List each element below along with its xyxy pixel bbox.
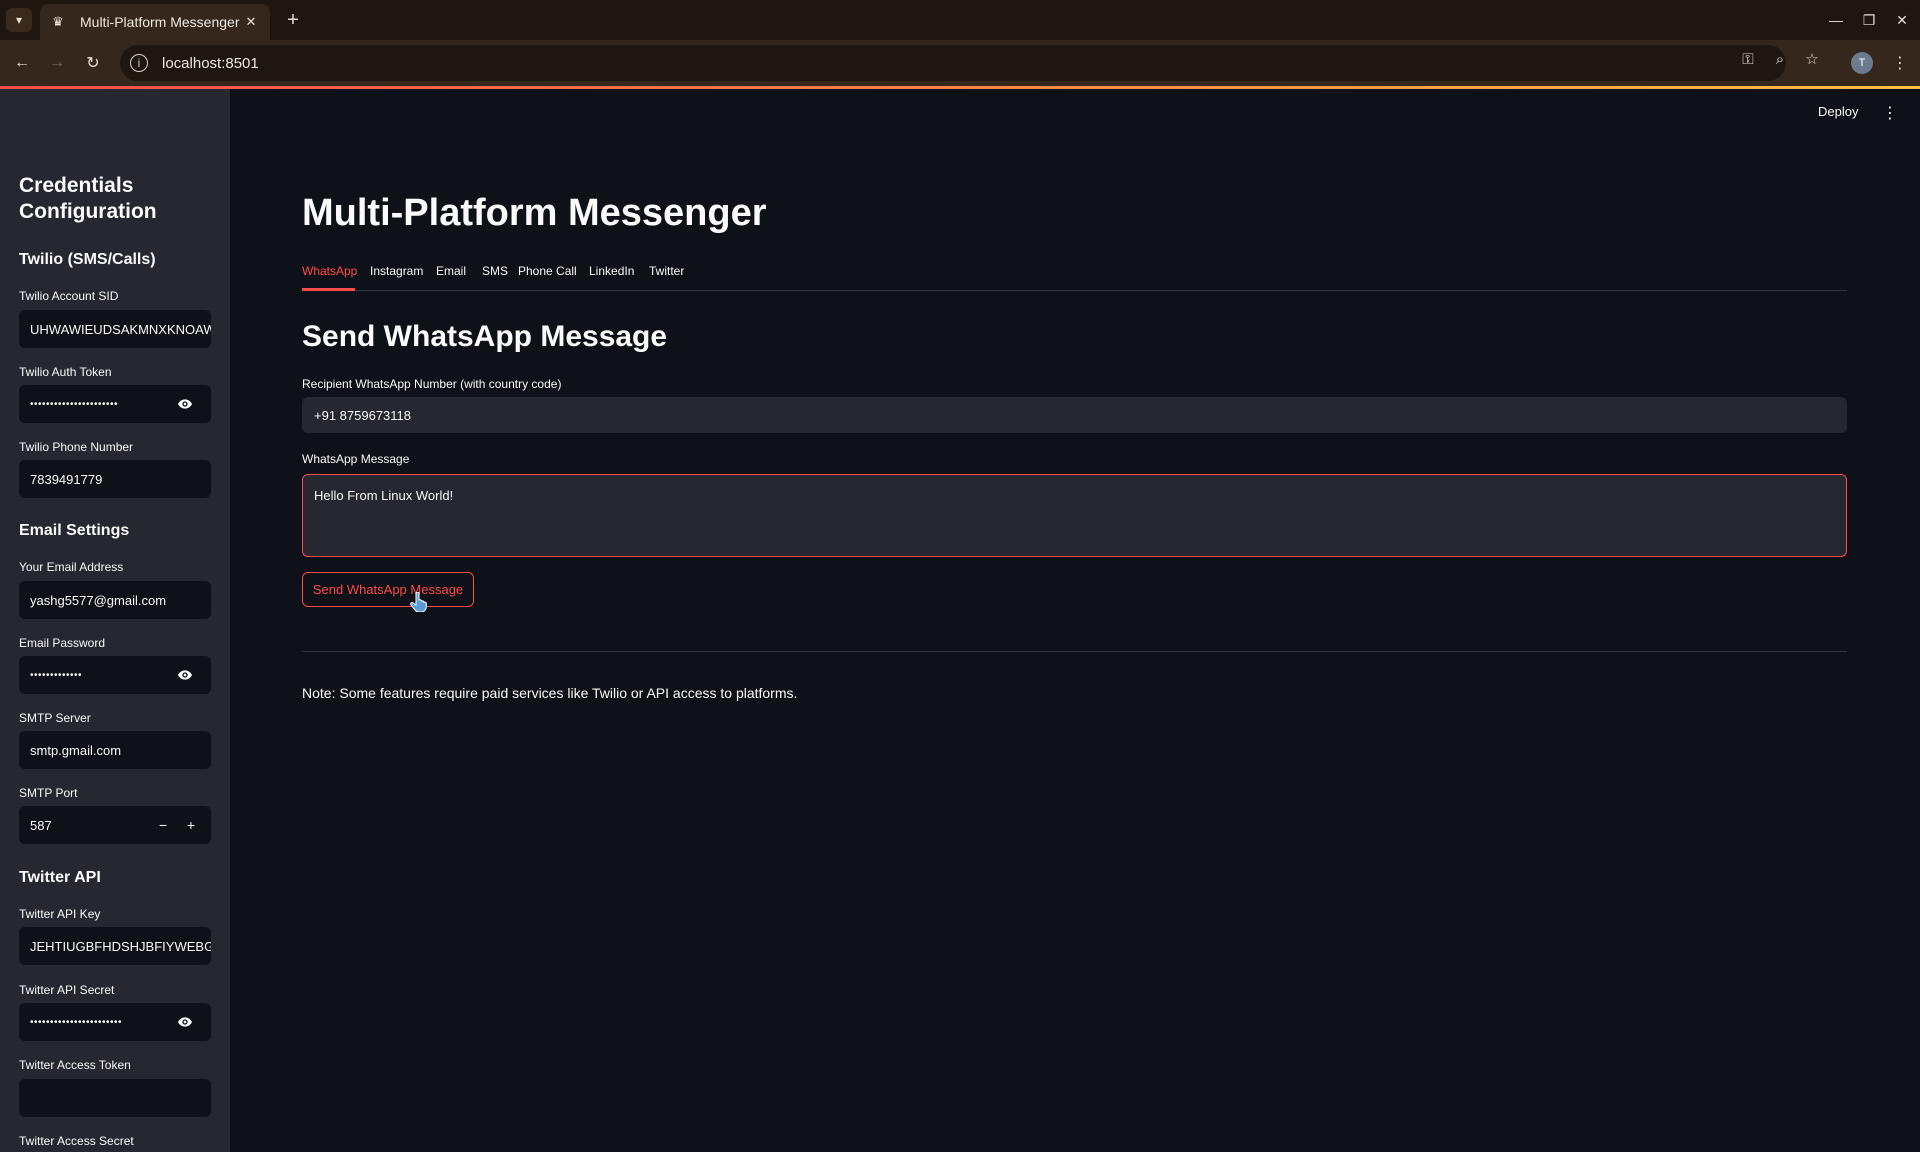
recipient-number-value: +91 8759673118 (314, 407, 411, 423)
email-address-input[interactable]: yashg5577@gmail.com (19, 581, 211, 619)
reload-icon[interactable]: ↻ (81, 51, 105, 75)
browser-menu-icon[interactable]: ⋮ (1888, 51, 1912, 75)
zoom-icon[interactable]: ⌕ (1770, 49, 1790, 69)
tab-title: Multi-Platform Messenger (80, 14, 240, 30)
minimize-icon[interactable]: — (1824, 8, 1848, 32)
message-value: Hello From Linux World! (314, 488, 454, 503)
tab-twitter[interactable]: Twitter (649, 264, 684, 278)
close-icon[interactable]: ✕ (242, 13, 260, 31)
streamlit-crown-icon: ♛ (52, 14, 64, 29)
tab-sms[interactable]: SMS (482, 264, 508, 278)
message-label: WhatsApp Message (302, 452, 410, 466)
eye-icon[interactable] (177, 667, 193, 683)
twilio-sid-label: Twilio Account SID (19, 289, 119, 303)
twilio-phone-value: 7839491779 (30, 471, 103, 487)
twilio-token-input[interactable]: •••••••••••••••••••••• (19, 385, 211, 423)
section-title: Send WhatsApp Message (302, 320, 668, 353)
twilio-sid-input[interactable]: UHWAWIEUDSAKMNXKNOAWHDUHJ (19, 310, 211, 348)
message-textarea[interactable]: Hello From Linux World! (302, 474, 1847, 557)
smtp-server-input[interactable]: smtp.gmail.com (19, 731, 211, 769)
twilio-token-label: Twilio Auth Token (19, 365, 112, 379)
password-key-icon[interactable]: ⚿ (1738, 49, 1758, 69)
twilio-section-heading: Twilio (SMS/Calls) (19, 251, 156, 268)
smtp-port-value: 587 (30, 817, 52, 833)
platform-tabs: WhatsApp Instagram Email SMS Phone Call … (302, 261, 1847, 291)
email-section-heading: Email Settings (19, 522, 130, 539)
twitter-secret-input[interactable]: ••••••••••••••••••••••• (19, 1003, 211, 1041)
window-close-icon[interactable]: ✕ (1890, 8, 1914, 32)
twitter-key-input[interactable]: JEHTIUGBFHDSHJBFIYWEBGHJ (19, 927, 211, 965)
site-info-icon[interactable]: i (130, 54, 148, 72)
eye-icon[interactable] (177, 396, 193, 412)
email-password-input[interactable]: ••••••••••••• (19, 656, 211, 694)
sidebar-title: Credentials Configuration (19, 174, 157, 223)
email-address-label: Your Email Address (19, 560, 124, 574)
forward-arrow-icon[interactable]: → (45, 51, 69, 75)
browser-toolbar: ← → ↻ i localhost:8501 ⚿ ⌕ ☆ T ⋮ (0, 40, 1920, 86)
plus-icon[interactable]: + (177, 806, 205, 844)
twilio-token-mask: •••••••••••••••••••••• (30, 398, 119, 410)
minus-icon[interactable]: − (149, 806, 177, 844)
twitter-secret-mask: ••••••••••••••••••••••• (30, 1016, 123, 1028)
twitter-key-value: JEHTIUGBFHDSHJBFIYWEBGHJ (30, 938, 211, 954)
app-menu-icon[interactable]: ⋮ (1882, 104, 1898, 122)
smtp-server-value: smtp.gmail.com (30, 742, 122, 758)
divider (302, 651, 1847, 652)
deploy-button[interactable]: Deploy (1818, 104, 1858, 119)
address-bar[interactable]: i localhost:8501 (120, 45, 1786, 81)
twilio-phone-input[interactable]: 7839491779 (19, 460, 211, 498)
twitter-secret-label: Twitter API Secret (19, 983, 115, 997)
twilio-sid-value: UHWAWIEUDSAKMNXKNOAWHDUHJ (30, 321, 211, 337)
twitter-access-token-input[interactable] (19, 1079, 211, 1117)
url-text: localhost:8501 (162, 54, 259, 72)
eye-icon[interactable] (177, 1014, 193, 1030)
tab-linkedin[interactable]: LinkedIn (589, 264, 634, 278)
twitter-key-label: Twitter API Key (19, 907, 101, 921)
browser-tab[interactable]: ♛ Multi-Platform Messenger ✕ (40, 4, 270, 40)
smtp-port-stepper[interactable]: 587 − + (19, 806, 211, 844)
recipient-number-input[interactable]: +91 8759673118 (302, 397, 1847, 433)
tab-instagram[interactable]: Instagram (370, 264, 423, 278)
tab-phone-call[interactable]: Phone Call (518, 264, 577, 278)
twitter-access-secret-label: Twitter Access Secret (19, 1134, 134, 1148)
streamlit-header-decoration (0, 86, 1920, 89)
sidebar: Credentials Configuration Twilio (SMS/Ca… (0, 89, 230, 1152)
email-address-value: yashg5577@gmail.com (30, 592, 167, 608)
bookmark-star-icon[interactable]: ☆ (1802, 49, 1822, 69)
tab-email[interactable]: Email (436, 264, 466, 278)
tab-whatsapp[interactable]: WhatsApp (302, 264, 357, 278)
active-tab-underline (302, 288, 355, 291)
back-arrow-icon[interactable]: ← (10, 51, 34, 75)
send-whatsapp-button[interactable]: Send WhatsApp Message (302, 572, 474, 607)
twilio-phone-label: Twilio Phone Number (19, 440, 134, 454)
page-title: Multi-Platform Messenger (302, 192, 767, 234)
smtp-port-label: SMTP Port (19, 786, 78, 800)
profile-avatar[interactable]: T (1851, 52, 1873, 74)
new-tab-plus-icon[interactable]: + (281, 8, 305, 32)
email-password-mask: ••••••••••••• (30, 669, 83, 681)
note-text: Note: Some features require paid service… (302, 685, 798, 701)
hand-pointer-cursor-icon (410, 592, 427, 612)
smtp-server-label: SMTP Server (19, 711, 91, 725)
recipient-label: Recipient WhatsApp Number (with country … (302, 377, 562, 391)
browser-tabstrip: ▾ ♛ Multi-Platform Messenger ✕ + — ❐ ✕ (0, 0, 1920, 40)
email-password-label: Email Password (19, 636, 106, 650)
tab-search-chevron-icon[interactable]: ▾ (6, 8, 32, 32)
twitter-section-heading: Twitter API (19, 869, 101, 886)
twitter-access-token-label: Twitter Access Token (19, 1058, 131, 1072)
restore-icon[interactable]: ❐ (1857, 8, 1881, 32)
